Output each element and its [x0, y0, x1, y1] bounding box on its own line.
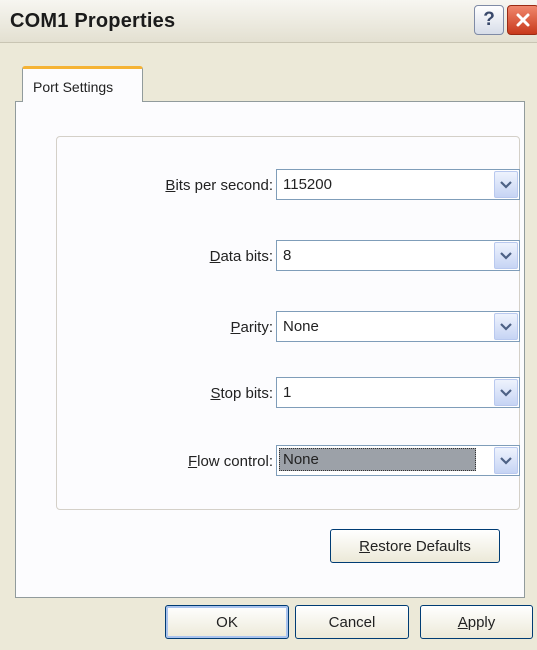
apply-button[interactable]: Apply: [420, 605, 533, 639]
chevron-down-icon: [500, 388, 512, 397]
data-bits-label: Data bits:: [87, 248, 273, 265]
label-text: ata bits:: [220, 248, 273, 265]
restore-defaults-button[interactable]: Restore Defaults: [330, 529, 500, 563]
parity-label: Parity:: [87, 319, 273, 336]
stop-bits-value: 1: [283, 384, 292, 401]
flow-control-dropdown-button[interactable]: [494, 447, 518, 474]
parity-value: None: [283, 318, 319, 335]
mnemonic-r: R: [359, 537, 370, 555]
chevron-down-icon: [500, 251, 512, 260]
flow-control-label: Flow control:: [87, 453, 273, 470]
bits-per-second-label: Bits per second:: [87, 177, 273, 194]
mnemonic-p: P: [230, 319, 241, 336]
label-text: its per second:: [175, 177, 273, 194]
parity-select[interactable]: None: [276, 311, 520, 342]
mnemonic-s: S: [210, 385, 221, 402]
data-bits-select[interactable]: 8: [276, 240, 520, 271]
window-title: COM1 Properties: [10, 10, 176, 32]
chevron-down-icon: [500, 180, 512, 189]
label-text: low control:: [197, 453, 273, 470]
mnemonic-f: F: [187, 453, 198, 470]
label-text: arity:: [240, 319, 273, 336]
ok-button[interactable]: OK: [165, 605, 289, 639]
bits-per-second-select[interactable]: 115200: [276, 169, 520, 200]
data-bits-dropdown-button[interactable]: [494, 242, 518, 269]
close-icon: [516, 13, 530, 27]
flow-control-value: None: [279, 448, 476, 471]
settings-group: Bits per second: 115200 Data bits: 8 Par…: [56, 136, 520, 510]
tab-label: Port Settings: [33, 79, 114, 95]
ok-label: OK: [216, 613, 238, 631]
tab-port-settings[interactable]: Port Settings: [22, 66, 143, 102]
mnemonic-a: A: [457, 613, 468, 631]
cancel-label: Cancel: [328, 613, 376, 631]
close-button[interactable]: [507, 5, 537, 35]
flow-control-select[interactable]: None: [276, 445, 520, 476]
help-button[interactable]: ?: [474, 5, 504, 35]
stop-bits-label: Stop bits:: [87, 385, 273, 402]
port-settings-panel: Bits per second: 115200 Data bits: 8 Par…: [15, 101, 525, 598]
chevron-down-icon: [500, 322, 512, 331]
cancel-button[interactable]: Cancel: [295, 605, 409, 639]
chevron-down-icon: [500, 456, 512, 465]
bits-per-second-value: 115200: [283, 176, 332, 193]
label-text: top bits:: [220, 385, 273, 402]
data-bits-value: 8: [283, 247, 292, 264]
mnemonic-b: B: [165, 177, 176, 194]
stop-bits-select[interactable]: 1: [276, 377, 520, 408]
mnemonic-d: D: [209, 248, 221, 265]
apply-label: pply: [467, 613, 496, 631]
parity-dropdown-button[interactable]: [494, 313, 518, 340]
bits-per-second-dropdown-button[interactable]: [494, 171, 518, 198]
help-icon: ?: [483, 9, 495, 30]
stop-bits-dropdown-button[interactable]: [494, 379, 518, 406]
title-bar[interactable]: COM1 Properties ?: [0, 0, 537, 43]
restore-label: estore Defaults: [369, 537, 471, 555]
